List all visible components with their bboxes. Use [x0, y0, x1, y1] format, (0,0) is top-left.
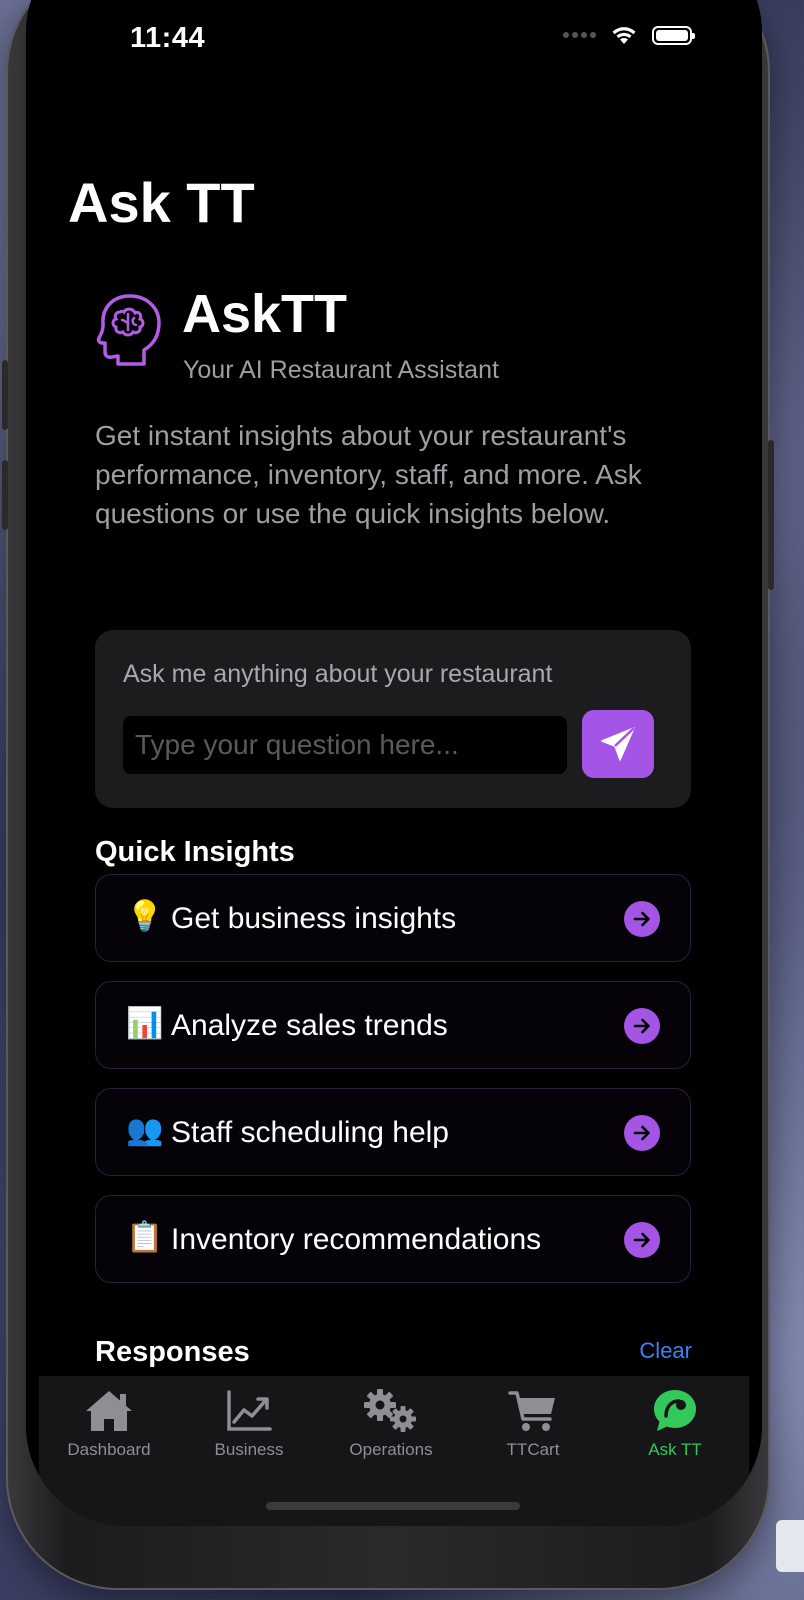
clear-button[interactable]: Clear — [639, 1338, 692, 1364]
line-chart-icon — [227, 1390, 272, 1431]
quick-insight-business[interactable]: 💡 Get business insights — [95, 874, 691, 962]
tab-dashboard[interactable]: Dashboard — [49, 1388, 169, 1468]
cellular-signal-icon — [563, 32, 596, 38]
page-title: Ask TT — [68, 171, 255, 234]
responses-title: Responses — [95, 1336, 250, 1368]
arrow-right-icon — [624, 1008, 660, 1044]
tab-ttcart[interactable]: TTCart — [473, 1388, 593, 1468]
ask-label: Ask me anything about your restaurant — [123, 660, 553, 688]
bar-chart-icon: 📊 — [126, 1007, 164, 1040]
assistant-subtitle: Your AI Restaurant Assistant — [183, 356, 499, 384]
quick-insight-label: Analyze sales trends — [171, 1009, 448, 1042]
quick-insight-inventory[interactable]: 📋 Inventory recommendations — [95, 1195, 691, 1283]
phone-frame: 11:44 Ask TT AskTT Your AI Restaurant As… — [2, 0, 774, 1590]
tab-label: Business — [214, 1440, 284, 1459]
gears-icon — [364, 1389, 416, 1432]
status-icons — [563, 24, 695, 46]
question-input[interactable] — [123, 716, 567, 774]
battery-icon — [652, 25, 695, 45]
home-indicator[interactable] — [266, 1502, 520, 1510]
power-button — [768, 440, 774, 590]
quick-insight-sales[interactable]: 📊 Analyze sales trends — [95, 981, 691, 1069]
app-screen: 11:44 Ask TT AskTT Your AI Restaurant As… — [26, 0, 762, 1526]
background-window-edge — [776, 1520, 804, 1572]
status-bar: 11:44 — [26, 22, 762, 54]
wifi-icon — [612, 27, 636, 44]
send-button[interactable] — [582, 710, 654, 778]
volume-down-button — [2, 460, 8, 530]
quick-insight-staff[interactable]: 👥 Staff scheduling help — [95, 1088, 691, 1176]
paper-plane-icon — [601, 727, 635, 761]
volume-up-button — [2, 360, 8, 430]
tab-ask-tt[interactable]: Ask TT — [615, 1388, 735, 1468]
assistant-name: AskTT — [182, 284, 348, 344]
house-icon — [86, 1391, 132, 1431]
tab-business[interactable]: Business — [189, 1388, 309, 1468]
tab-label: Ask TT — [648, 1440, 702, 1459]
lightbulb-icon: 💡 — [126, 900, 164, 933]
arrow-right-icon — [624, 1115, 660, 1151]
ask-card: Ask me anything about your restaurant — [95, 630, 691, 808]
status-time: 11:44 — [130, 22, 206, 54]
clipboard-icon: 📋 — [126, 1221, 164, 1254]
cart-icon — [508, 1391, 555, 1431]
tab-operations[interactable]: Operations — [331, 1388, 451, 1468]
people-icon: 👥 — [126, 1114, 164, 1147]
chat-bubble-icon — [654, 1390, 696, 1431]
quick-insight-label: Inventory recommendations — [171, 1223, 542, 1256]
quick-insight-label: Staff scheduling help — [171, 1116, 449, 1149]
quick-insights-title: Quick Insights — [95, 836, 295, 868]
tab-label: TTCart — [506, 1440, 560, 1459]
tab-label: Operations — [349, 1440, 433, 1459]
brain-head-icon — [96, 294, 161, 366]
arrow-right-icon — [624, 1222, 660, 1258]
tab-label: Dashboard — [67, 1440, 151, 1459]
arrow-right-icon — [624, 901, 660, 937]
assistant-description: Get instant insights about your restaura… — [95, 420, 642, 529]
quick-insight-label: Get business insights — [171, 902, 457, 935]
